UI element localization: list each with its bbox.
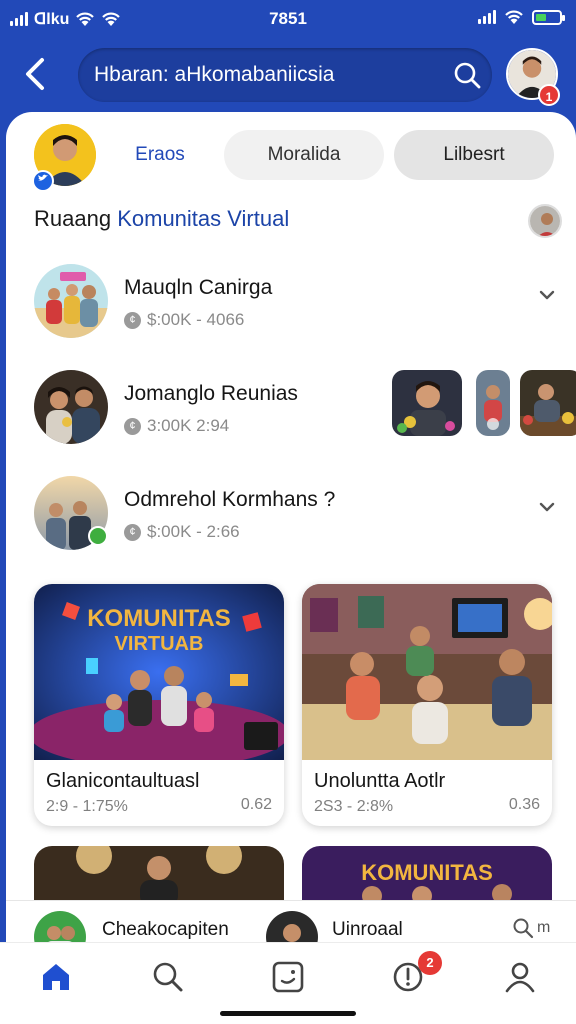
signal-icon-right [478, 10, 496, 24]
section-title-part1: Ruaang [34, 206, 112, 231]
card-image [302, 584, 552, 760]
bird-icon [38, 174, 48, 181]
search-icon [513, 918, 534, 939]
list-item-meta: ¢ $:00K - 4066 [124, 310, 244, 330]
card-count: 0.36 [508, 796, 540, 813]
chevron-down-icon[interactable] [538, 498, 556, 516]
search-input[interactable]: Hbaran: aHkomabaniicsia [94, 63, 334, 87]
nav-profile[interactable] [500, 957, 540, 997]
strip-text[interactable]: Cheakocapiten [102, 919, 229, 941]
list-item[interactable]: Jomanglo Reunias ¢ 3:00K 2:94 [6, 370, 576, 466]
list-item-title: Odmrehol Kormhans ? [124, 488, 336, 511]
online-status-icon [88, 526, 108, 546]
thumbnail[interactable] [476, 370, 510, 436]
app-header: Hbaran: aHkomabaniicsia 1 [0, 38, 576, 114]
couple-photo-image [34, 370, 108, 444]
strip-search[interactable]: m [512, 917, 550, 939]
list-item-title: Mauqln Canirga [124, 276, 273, 299]
living-room-image [302, 584, 552, 760]
tabs-row: Eraos Moralida Lilbesrt [6, 122, 576, 192]
thumbnail[interactable] [520, 370, 576, 436]
tab-moralida[interactable]: Moralida [224, 130, 384, 180]
coin-icon: ¢ [124, 523, 141, 541]
section-avatar[interactable] [528, 204, 562, 238]
main-panel: Eraos Moralida Lilbesrt Ruaang Komunitas… [6, 112, 576, 1024]
media-icon [272, 961, 304, 993]
list-item[interactable]: Odmrehol Kormhans ? ¢ $:00K - 2:66 [6, 476, 576, 572]
virtual-community-image: KOMUNITAS VIRTUAB [34, 584, 284, 760]
tab-eraos[interactable]: Eraos [110, 130, 210, 180]
back-button[interactable] [20, 54, 56, 94]
search-icon [153, 962, 183, 992]
list-item-meta-text: 3:00K 2:94 [147, 416, 230, 435]
search-icon[interactable] [452, 60, 482, 90]
chevron-down-icon[interactable] [538, 286, 556, 304]
community-card-partial[interactable]: KOMUNITAS [302, 846, 552, 906]
nav-alerts-badge: 2 [418, 951, 442, 975]
thumbnail[interactable] [392, 370, 462, 436]
thumbnail-strip [392, 370, 576, 438]
card-title: Unoluntta Aotlr [314, 770, 446, 792]
list-item[interactable]: Mauqln Canirga ¢ $:00K - 4066 [6, 264, 576, 360]
list-item-title: Jomanglo Reunias [124, 382, 298, 405]
profile-icon [505, 962, 535, 993]
card-partial-image-text: KOMUNITAS [361, 860, 493, 885]
card-partial-image: KOMUNITAS [302, 846, 552, 906]
wifi-icon-right [505, 10, 523, 24]
notification-badge: 1 [538, 84, 560, 106]
thumbnail-image [520, 370, 576, 436]
search-bar[interactable]: Hbaran: aHkomabaniicsia [78, 48, 492, 102]
list-item-avatar [34, 370, 108, 444]
card-image-text: VIRTUAB [115, 633, 204, 655]
community-card[interactable]: Unoluntta Aotlr 2S3 - 2:8% 0.36 [302, 584, 552, 826]
community-card-partial[interactable] [34, 846, 284, 906]
card-title: Glanicontaultuasl [46, 770, 200, 792]
list-item-meta: ¢ 3:00K 2:94 [124, 416, 229, 436]
twitter-badge-icon [32, 170, 54, 192]
home-indicator [220, 1011, 356, 1016]
coin-icon: ¢ [124, 417, 141, 435]
strip-text[interactable]: Uinroaal [332, 919, 403, 941]
section-avatar-image [530, 206, 560, 236]
card-count: 0.62 [240, 796, 272, 813]
section-title: Ruaang Komunitas Virtual [34, 206, 289, 232]
card-image: KOMUNITAS VIRTUAB [34, 584, 284, 760]
home-icon [43, 964, 69, 990]
nav-media[interactable] [268, 957, 308, 997]
card-meta: 2S3 - 2:8% [314, 798, 394, 815]
thumbnail-image [476, 370, 510, 436]
tab-lilbesrt[interactable]: Lilbesrt [394, 130, 554, 180]
strip-search-label: m [537, 919, 551, 936]
status-bar: ᗡlku 7851 [0, 0, 576, 38]
status-right [478, 9, 565, 25]
battery-icon [532, 9, 565, 25]
thumbnail-image [392, 370, 462, 436]
bottom-nav: 2 [0, 942, 576, 1024]
section-title-part2: Komunitas Virtual [117, 206, 290, 231]
card-image-text: KOMUNITAS [87, 605, 231, 632]
nav-search[interactable] [148, 957, 188, 997]
list-item-meta-text: $:00K - 4066 [147, 310, 245, 329]
card-meta: 2:9 - 1:75% [46, 798, 128, 815]
card-partial-image [34, 846, 284, 906]
coin-icon: ¢ [124, 311, 141, 329]
nav-home[interactable] [36, 957, 76, 997]
list-item-meta-text: $:00K - 2:66 [147, 522, 240, 541]
chevron-left-icon [26, 58, 44, 90]
family-photo-image [34, 264, 108, 338]
list-item-avatar [34, 264, 108, 338]
community-card[interactable]: KOMUNITAS VIRTUAB Glanicontaultuasl 2:9 … [34, 584, 284, 826]
list-item-meta: ¢ $:00K - 2:66 [124, 522, 240, 542]
